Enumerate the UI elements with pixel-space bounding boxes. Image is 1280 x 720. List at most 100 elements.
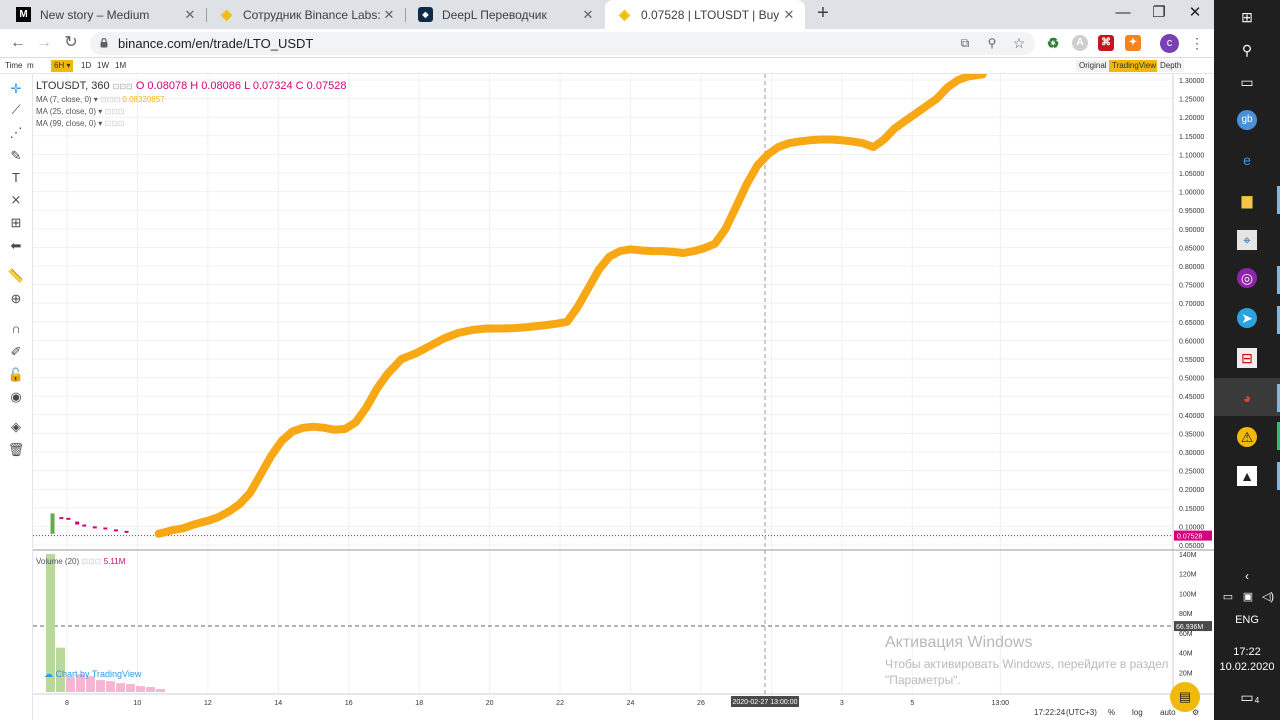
magnet-icon[interactable]: ∩ [7,320,25,338]
menu-icon[interactable]: ⋮ [1186,33,1208,55]
app-calculator-icon[interactable]: ⊟ [1237,348,1257,368]
percent-toggle[interactable]: % [1108,708,1115,717]
tab-title: DeepL Переводчик [442,7,547,22]
ma7-legend[interactable]: MA (7, close, 0) ▾ ⊡⊡⊡ 0.08320857 [36,95,165,104]
lock-icon[interactable]: 🔓 [7,366,25,384]
interval-1d[interactable]: 1D [78,60,94,72]
taskbar-time[interactable]: 17:22 [1214,646,1280,658]
metamask-icon[interactable]: ✦ [1125,35,1141,51]
zoom-icon[interactable]: ⚲ [985,36,999,50]
back-button[interactable]: ← [7,33,29,55]
url-text: binance.com/en/trade/LTO_USDT [118,36,314,51]
ma25-legend[interactable]: MA (25, close, 0) ▾ ⊡⊡⊡ [36,107,125,116]
tor-browser-icon[interactable]: ◎ [1237,268,1257,288]
battery-icon[interactable]: ▭ [1218,587,1238,607]
language-indicator[interactable]: ENG [1214,614,1280,626]
network-icon[interactable]: ▣ [1238,587,1258,607]
browser-tab-bar: M New story – Medium ✕ ◈ Сотрудник Binan… [0,0,1214,29]
candle [103,527,108,530]
minimize-button[interactable]: — [1104,0,1142,29]
reload-button[interactable]: ↻ [60,33,82,55]
x-tick-label: 26 [697,700,705,707]
task-view-icon[interactable]: ▭ [1237,72,1257,92]
volume-bar [116,683,125,692]
y-tick-label: 0.50000 [1179,376,1204,383]
windows-activation-title: Активация Windows [885,634,1033,651]
extension-a-icon[interactable]: A [1072,35,1088,51]
windows-start-icon[interactable]: ⊞ [1237,7,1257,27]
trend-line-icon[interactable]: ⟋ [7,101,25,119]
extension-recycle-icon[interactable]: ♻ [1045,35,1061,51]
close-icon[interactable]: ✕ [580,7,596,23]
tab-binance-trade[interactable]: ◈ 0.07528 | LTOUSDT | Buy LTO Net... ✕ [605,0,805,29]
tab-binance-labs[interactable]: ◈ Сотрудник Binance Labs: HOPR... ✕ [207,0,405,29]
app-gb-icon[interactable]: gb [1237,110,1257,130]
interval-m[interactable]: m [24,60,37,72]
close-icon[interactable]: ✕ [182,7,198,23]
auto-toggle[interactable]: auto [1160,708,1176,717]
pattern-icon[interactable]: ⨯ [7,191,25,209]
ma99-legend[interactable]: MA (99, close, 0) ▾ ⊡⊡⊡ [36,119,125,128]
telegram-icon[interactable]: ➤ [1237,308,1257,328]
y-tick-label: 0.60000 [1179,338,1204,345]
volume-tick-label: 60M [1179,631,1193,638]
x-tick-label: 3 [840,700,844,707]
search-icon[interactable]: ⚲ [1237,40,1257,60]
chart-legend-main: LTOUSDT, 360 ⊡⊡⊡ O 0.08078 H 0.08086 L 0… [36,80,347,92]
url-input[interactable]: binance.com/en/trade/LTO_USDT [90,32,1035,55]
volume-tick-label: 100M [1179,591,1197,598]
window-close-button[interactable]: ✕ [1176,0,1214,29]
tradingview-logo[interactable]: ☁ Chart by TradingView [44,669,141,680]
close-icon[interactable]: ✕ [781,7,797,23]
pencil-lock-icon[interactable]: ✐ [7,343,25,361]
maximize-button[interactable]: ❐ [1140,0,1178,29]
layers-icon[interactable]: ◈ [7,418,25,436]
zoom-in-icon[interactable]: ⊕ [7,290,25,308]
measure-icon[interactable]: ⊞ [7,214,25,232]
volume-legend[interactable]: Volume (20) ⊡⊡⊡ 5.11M [36,557,125,566]
new-tab-button[interactable]: + [813,3,833,24]
price-chart[interactable]: 0.05000 0.10000 0.15000 0.20000 0.25000 0.300… [33,74,1214,720]
app-map-icon[interactable]: ⌖ [1237,230,1257,250]
bookmark-star-icon[interactable]: ☆ [1012,36,1026,50]
arrow-left-icon[interactable]: ⬅ [7,237,25,255]
ruler-icon[interactable]: 📏 [7,267,25,285]
text-icon[interactable]: T [7,169,25,187]
fib-icon[interactable]: ⋰ [7,124,25,142]
volume-label: Volume (20) [36,557,80,566]
chevron-left-icon[interactable]: ‹ [1237,566,1257,586]
interval-1m[interactable]: 1M [112,60,129,72]
forward-button[interactable]: → [33,33,55,55]
interval-6h[interactable]: 6H ▾ [51,60,74,72]
view-original[interactable]: Original [1076,60,1110,72]
chrome-icon[interactable]: ◕ [1237,388,1257,408]
brush-icon[interactable]: ✎ [7,147,25,165]
close-icon[interactable]: ✕ [381,7,397,23]
crosshair-icon[interactable]: ✛ [7,80,25,98]
y-tick-label: 0.90000 [1179,227,1204,234]
extension-pdf-icon[interactable]: ⌘ [1098,35,1114,51]
y-tick-label: 0.65000 [1179,320,1204,327]
timezone[interactable]: (UTC+3) [1066,708,1097,717]
view-tradingview[interactable]: TradingView [1109,60,1160,72]
view-depth[interactable]: Depth [1157,60,1185,72]
trash-icon[interactable]: 🗑 [7,441,25,459]
photos-icon[interactable]: ▲ [1237,466,1257,486]
edge-icon[interactable]: e [1237,150,1257,170]
chat-support-button[interactable]: ▤ [1170,682,1200,712]
log-toggle[interactable]: log [1132,708,1143,717]
candle [66,517,71,520]
eye-icon[interactable]: ◉ [7,388,25,406]
volume-icon[interactable]: ◁) [1258,587,1278,607]
candle [75,521,80,525]
taskbar-date[interactable]: 10.02.2020 [1214,661,1280,673]
tab-deepl[interactable]: ◆ DeepL Переводчик ✕ [406,0,604,29]
profile-avatar[interactable]: c [1160,34,1179,53]
file-explorer-icon[interactable]: ▆ [1237,190,1257,210]
translate-icon[interactable]: ⧉ [958,36,972,50]
open-value: O 0.08078 [135,80,188,92]
tab-medium[interactable]: M New story – Medium ✕ [4,0,206,29]
interval-1w[interactable]: 1W [94,60,112,72]
y-tick-label: 0.45000 [1179,394,1204,401]
app-warning-icon[interactable]: ⚠ [1237,427,1257,447]
